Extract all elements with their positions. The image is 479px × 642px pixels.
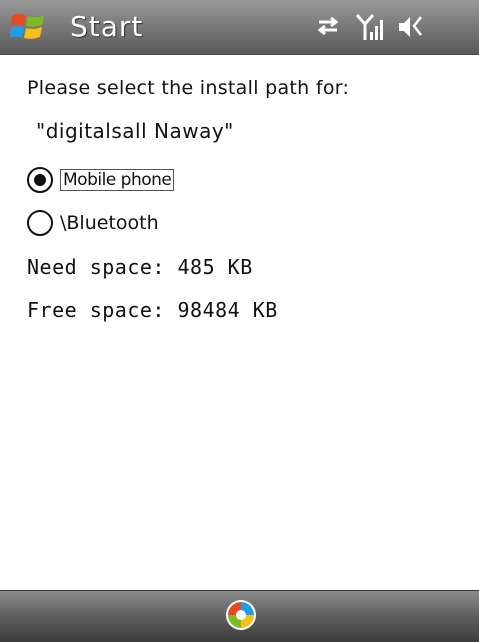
option-bluetooth-label[interactable]: \Bluetooth xyxy=(60,212,159,234)
radio-bluetooth[interactable] xyxy=(27,210,53,236)
title-text: Start xyxy=(70,10,144,43)
need-space: Need space: 485 KB xyxy=(27,255,253,279)
app-name: "digitalsall Naway" xyxy=(36,119,234,143)
title-bar: Start xyxy=(0,0,479,55)
option-mobile-phone-label[interactable]: Mobile phone xyxy=(60,169,175,191)
signal-icon[interactable] xyxy=(355,12,383,42)
free-space: Free space: 98484 KB xyxy=(27,298,278,322)
install-path-prompt: Please select the install path for: xyxy=(27,77,350,99)
status-icons xyxy=(315,12,425,42)
radio-mobile-phone[interactable] xyxy=(27,167,53,193)
soft-key-bar xyxy=(0,590,479,642)
option-mobile-phone[interactable]: Mobile phone xyxy=(27,165,175,195)
option-bluetooth[interactable]: \Bluetooth xyxy=(27,208,159,238)
windows-start-icon[interactable] xyxy=(225,599,257,631)
connectivity-icon[interactable] xyxy=(315,12,341,40)
volume-icon[interactable] xyxy=(397,12,425,42)
windows-logo-icon[interactable] xyxy=(10,10,46,44)
installer-dialog: Please select the install path for: "dig… xyxy=(0,55,479,590)
